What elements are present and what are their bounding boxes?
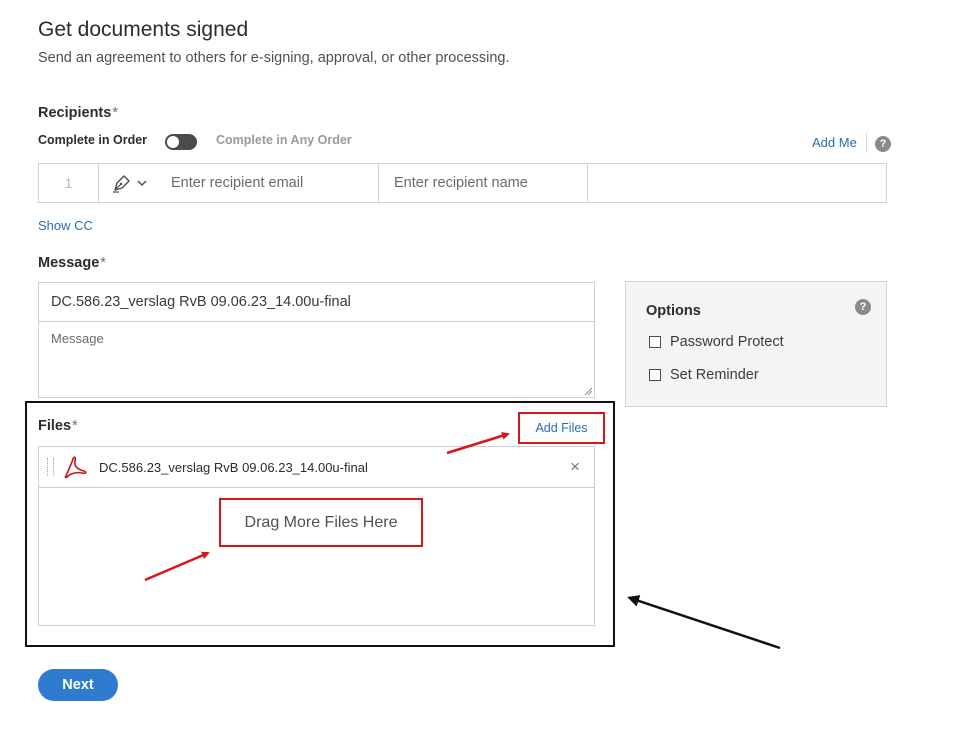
complete-in-order-label: Complete in Order	[38, 133, 148, 147]
toggle-knob	[167, 136, 179, 148]
set-reminder-checkbox[interactable]	[649, 369, 661, 381]
required-asterisk: *	[72, 418, 78, 434]
recipient-number: 1	[39, 164, 99, 202]
recipient-role-dropdown[interactable]	[99, 164, 153, 202]
files-label-text: Files	[38, 418, 72, 434]
chevron-down-icon	[137, 180, 147, 186]
file-list-item[interactable]: DC.586.23_verslag RvB 09.06.23_14.00u-fi…	[38, 446, 595, 488]
file-name: DC.586.23_verslag RvB 09.06.23_14.00u-fi…	[99, 459, 368, 475]
recipient-email-cell	[153, 164, 379, 202]
pen-signer-icon	[113, 175, 130, 193]
agreement-name-value: DC.586.23_verslag RvB 09.06.23_14.00u-fi…	[51, 294, 351, 310]
recipient-row: 1	[38, 163, 887, 203]
password-protect-checkbox[interactable]	[649, 336, 661, 348]
recipients-help-icon[interactable]: ?	[875, 136, 891, 152]
options-panel: Options ? Password Protect Set Reminder	[625, 281, 887, 407]
password-protect-label: Password Protect	[670, 334, 784, 350]
add-files-annotation-box: Add Files	[518, 412, 605, 444]
drag-handle-icon[interactable]	[47, 458, 54, 476]
recipients-label-text: Recipients	[38, 105, 112, 121]
agreement-name-field[interactable]: DC.586.23_verslag RvB 09.06.23_14.00u-fi…	[38, 282, 595, 322]
page-title: Get documents signed	[38, 18, 249, 41]
options-title: Options	[646, 303, 701, 319]
drag-more-files-text: Drag More Files Here	[244, 513, 398, 531]
required-asterisk: *	[112, 105, 118, 121]
recipient-extra-cell	[588, 164, 886, 202]
files-label: Files*	[38, 418, 78, 434]
option-set-reminder[interactable]: Set Reminder	[649, 367, 759, 383]
next-button[interactable]: Next	[38, 669, 118, 701]
add-files-link[interactable]: Add Files	[535, 421, 587, 435]
show-cc-link[interactable]: Show CC	[38, 218, 93, 233]
order-toggle[interactable]	[165, 134, 197, 150]
adobe-pdf-icon	[64, 456, 87, 479]
option-password-protect[interactable]: Password Protect	[649, 334, 784, 350]
page-subtitle: Send an agreement to others for e-signin…	[38, 50, 510, 66]
divider	[866, 133, 867, 153]
remove-file-icon[interactable]: ×	[570, 457, 580, 477]
recipient-name-input[interactable]	[394, 175, 578, 191]
message-label: Message*	[38, 255, 106, 271]
resize-grip-icon[interactable]	[584, 387, 592, 395]
drag-files-annotation-box: Drag More Files Here	[219, 498, 423, 547]
message-field-wrapper	[38, 321, 595, 398]
recipient-name-cell	[379, 164, 588, 202]
message-textarea[interactable]	[39, 322, 594, 397]
required-asterisk: *	[100, 255, 106, 271]
recipient-email-input[interactable]	[171, 175, 368, 191]
message-label-text: Message	[38, 255, 100, 271]
set-reminder-label: Set Reminder	[670, 367, 759, 383]
recipients-label: Recipients*	[38, 105, 118, 121]
add-me-link[interactable]: Add Me	[812, 135, 857, 150]
black-arrow-files-section	[627, 595, 781, 650]
complete-in-any-order-label: Complete in Any Order	[216, 133, 352, 147]
options-help-icon[interactable]: ?	[855, 299, 871, 315]
